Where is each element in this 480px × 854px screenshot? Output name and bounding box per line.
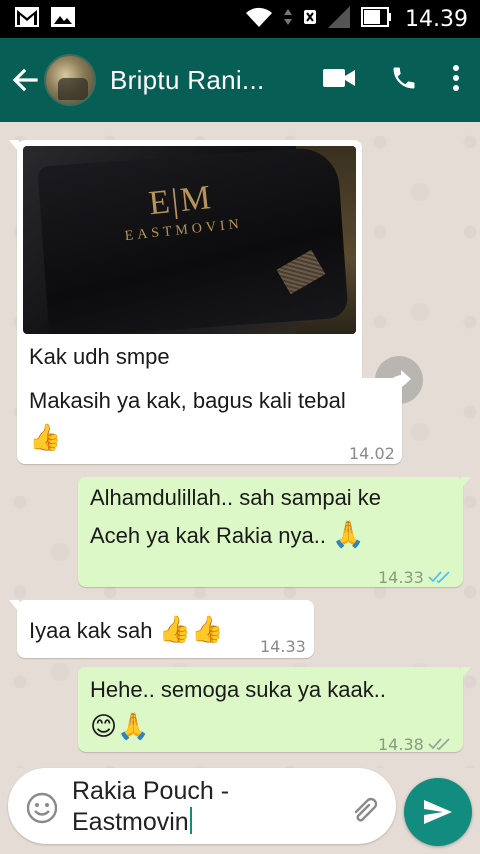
message-bubble-incoming[interactable]: Makasih ya kak, bagus kali tebal 👍 14.02 — [17, 378, 402, 464]
message-text: Iyaa kak sah — [29, 618, 153, 643]
emoji-icon[interactable] — [26, 792, 58, 829]
message-text: Makasih ya kak, bagus kali tebal — [29, 388, 346, 413]
input-line2: Eastmovin — [72, 808, 189, 836]
message-bubble-image[interactable]: E|M EASTMOVIN Kak udh smpe 14.02 — [9, 140, 362, 394]
status-bar-left — [14, 6, 76, 33]
back-arrow-icon[interactable] — [10, 65, 40, 95]
bubble-tail — [9, 140, 19, 152]
thumbs-up-emoji: 👍👍 — [158, 614, 224, 644]
photo-brand-logo: E|M EASTMOVIN — [120, 178, 244, 254]
message-bubble-incoming[interactable]: Iyaa kak sah 👍👍 14.33 — [9, 600, 314, 658]
message-photo[interactable]: E|M EASTMOVIN — [23, 146, 356, 334]
no-sim-icon — [303, 9, 317, 30]
status-bar: 14.39 — [0, 0, 480, 38]
message-text-line2: Aceh ya kak Rakia nya.. 🙏 — [90, 517, 365, 553]
smile-praying-emoji: 😊🙏 — [90, 711, 150, 741]
praying-hands-emoji: 🙏 — [332, 519, 365, 549]
message-input[interactable]: Rakia Pouch - Eastmovin — [72, 776, 332, 838]
gallery-icon — [50, 6, 76, 33]
battery-icon — [361, 6, 392, 32]
message-text-line2-text: Aceh ya kak Rakia nya.. — [90, 523, 327, 548]
message-time: 14.02 — [349, 444, 395, 463]
delivered-ticks-icon — [428, 728, 452, 762]
contact-avatar[interactable] — [44, 54, 96, 106]
video-call-icon[interactable] — [322, 67, 356, 94]
message-time: 14.33 — [260, 637, 306, 656]
status-bar-right: 14.39 — [245, 5, 468, 34]
message-bubble-outgoing[interactable]: Alhamdulillah.. sah sampai ke Aceh ya ka… — [78, 477, 471, 587]
more-vert-icon[interactable] — [452, 64, 460, 96]
bubble-tail — [461, 667, 471, 679]
wifi-icon — [245, 6, 273, 33]
send-button[interactable] — [404, 778, 472, 846]
contact-name[interactable]: Briptu Rani... — [110, 65, 322, 96]
message-composer: Rakia Pouch - Eastmovin — [8, 768, 396, 844]
message-time: 14.33 — [378, 568, 424, 587]
send-icon — [424, 800, 452, 824]
thumbs-up-emoji: 👍 — [29, 422, 62, 452]
message-text-line1: Alhamdulillah.. sah sampai ke — [90, 485, 382, 510]
chat-header: Briptu Rani... — [0, 38, 480, 122]
message-time: 14.38 — [378, 735, 424, 754]
bubble-tail — [461, 477, 471, 489]
read-ticks-icon — [428, 561, 452, 595]
message-bubble-outgoing[interactable]: Hehe.. semoga suka ya kaak.. 😊🙏 14.38 — [78, 667, 471, 754]
text-cursor — [189, 807, 192, 834]
bubble-tail — [9, 600, 19, 612]
header-actions — [322, 64, 460, 97]
chat-area[interactable]: E|M EASTMOVIN Kak udh smpe 14.02 Makasih… — [0, 122, 480, 768]
message-text: Hehe.. semoga suka ya kaak.. — [90, 677, 386, 702]
signal-icon — [327, 5, 351, 34]
message-caption: Kak udh smpe — [29, 344, 170, 369]
attach-icon[interactable] — [348, 794, 382, 829]
phone-icon[interactable] — [390, 64, 418, 97]
data-arrows-icon — [283, 6, 293, 33]
status-bar-time: 14.39 — [405, 6, 468, 32]
input-line1: Rakia Pouch - — [72, 777, 230, 805]
message-text-row: Iyaa kak sah 👍👍 — [29, 612, 223, 648]
gmail-icon — [14, 6, 40, 33]
input-line2-wrap: Eastmovin — [72, 807, 332, 838]
